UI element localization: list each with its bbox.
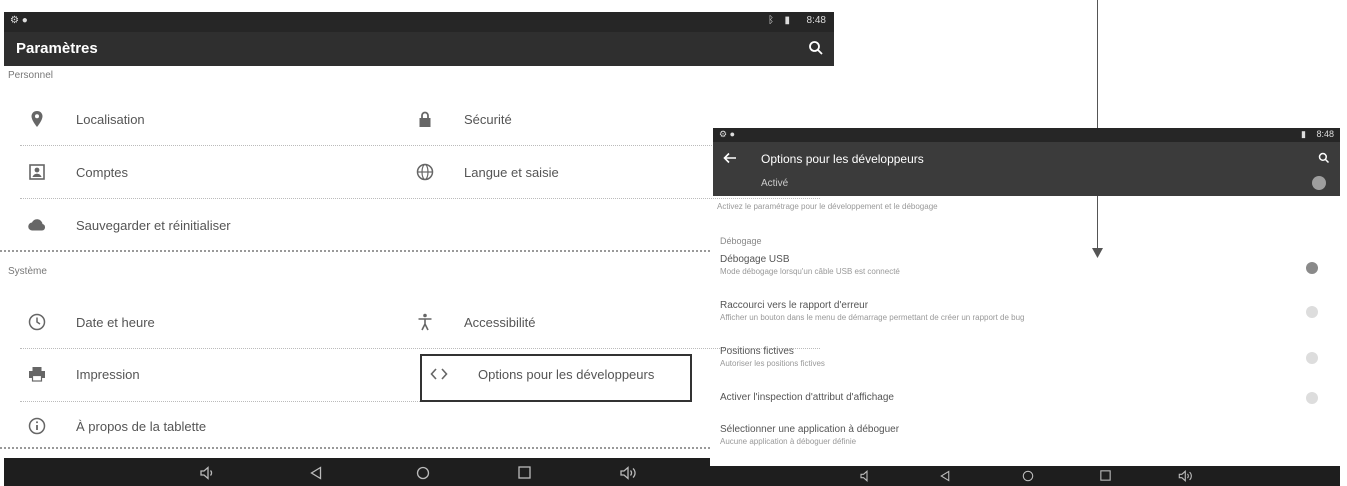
recents-icon[interactable] [518, 466, 531, 479]
status-bar-right: ⚙ ● 8:48 ▮ [713, 128, 1340, 142]
navigation-bar-right [710, 466, 1340, 486]
volume-down-icon[interactable] [860, 470, 874, 482]
option-title: Positions fictives [720, 346, 794, 357]
setting-label: Localisation [76, 111, 145, 127]
accessibility-icon [414, 311, 436, 333]
status-time: 8:48 [1316, 129, 1334, 139]
section-heading-debugging: Débogage [720, 236, 762, 246]
home-icon[interactable] [1022, 470, 1034, 482]
option-title: Raccourci vers le rapport d'erreur [720, 300, 869, 311]
header-note: Activez le paramétrage pour le développe… [717, 202, 938, 211]
option-usb-debugging[interactable]: Débogage USB Mode débogage lorsqu'un câb… [720, 254, 1340, 284]
option-subtitle: Aucune application à déboguer définie [720, 437, 857, 446]
setting-label: Comptes [76, 164, 129, 180]
app-bar: Paramètres [4, 32, 834, 66]
home-icon[interactable] [416, 466, 430, 480]
option-select-debug-app[interactable]: Sélectionner une application à déboguer … [720, 424, 1340, 454]
master-switch-label: Activé [761, 178, 789, 189]
volume-up-icon[interactable] [1178, 470, 1196, 482]
option-title: Sélectionner une application à déboguer [720, 424, 900, 435]
option-title: Débogage USB [720, 254, 790, 265]
status-bar: ⚙ ● 8:48 ▮ ᛒ [4, 12, 834, 32]
setting-label: Accessibilité [464, 314, 536, 330]
notification-icons: ⚙ ● [719, 129, 736, 139]
option-bug-report-shortcut[interactable]: Raccourci vers le rapport d'erreur Affic… [720, 300, 1340, 330]
setting-about-tablet[interactable]: À propos de la tablette [26, 414, 206, 438]
search-icon[interactable] [1318, 152, 1330, 164]
setting-label: Langue et saisie [464, 164, 559, 180]
toggle-switch-off[interactable] [1306, 392, 1318, 404]
setting-date-time[interactable]: Date et heure [26, 310, 155, 334]
setting-label: Date et heure [76, 314, 155, 330]
setting-location[interactable]: Localisation [26, 107, 145, 131]
option-view-attribute-inspection[interactable]: Activer l'inspection d'attribut d'affich… [720, 392, 1340, 414]
clock-icon [26, 311, 48, 333]
option-title: Activer l'inspection d'attribut d'affich… [720, 392, 894, 403]
recents-icon[interactable] [1100, 470, 1111, 481]
pointer-line [1097, 0, 1098, 252]
location-icon [26, 108, 48, 130]
option-subtitle: Afficher un bouton dans le menu de démar… [720, 313, 1025, 322]
toggle-switch-on[interactable] [1306, 262, 1318, 274]
setting-accounts[interactable]: Comptes [26, 160, 128, 184]
setting-label: Options pour les développeurs [478, 366, 655, 382]
setting-backup[interactable]: Sauvegarder et réinitialiser [26, 213, 231, 237]
setting-printing[interactable]: Impression [26, 362, 140, 386]
battery-icon: ▮ [784, 15, 790, 26]
search-icon[interactable] [808, 40, 824, 56]
setting-developer-options[interactable]: Options pour les développeurs [428, 362, 654, 386]
bluetooth-icon: ᛒ [768, 15, 774, 26]
volume-up-icon[interactable] [620, 466, 640, 480]
option-subtitle: Mode débogage lorsqu'un câble USB est co… [720, 267, 900, 276]
setting-security[interactable]: Sécurité [414, 107, 512, 131]
section-heading-system: Système [8, 266, 47, 277]
setting-label: Impression [76, 366, 140, 382]
lock-icon [414, 108, 436, 130]
app-bar-right: Options pour les développeurs Activé [713, 142, 1340, 196]
page-title: Paramètres [16, 40, 98, 57]
setting-label: Sauvegarder et réinitialiser [76, 217, 231, 233]
back-icon[interactable] [940, 470, 950, 482]
status-time: 8:48 [806, 15, 826, 26]
section-heading-personal: Personnel [8, 70, 54, 81]
account-icon [26, 161, 48, 183]
setting-language[interactable]: Langue et saisie [414, 160, 559, 184]
printer-icon [26, 363, 48, 385]
back-icon[interactable] [310, 466, 322, 480]
info-icon [26, 415, 48, 437]
page-title: Options pour les développeurs [761, 152, 924, 166]
volume-down-icon[interactable] [200, 466, 216, 480]
toggle-switch-off[interactable] [1306, 306, 1318, 318]
setting-label: À propos de la tablette [76, 418, 207, 434]
navigation-bar [4, 458, 710, 486]
backup-icon [26, 214, 48, 236]
back-arrow-icon[interactable] [723, 152, 737, 164]
option-subtitle: Autoriser les positions fictives [720, 359, 825, 368]
option-mock-locations[interactable]: Positions fictives Autoriser les positio… [720, 346, 1340, 376]
notification-icons: ⚙ ● [10, 15, 28, 26]
toggle-switch-off[interactable] [1306, 352, 1318, 364]
battery-icon: ▮ [1301, 129, 1306, 139]
globe-icon [414, 161, 436, 183]
code-icon [428, 363, 450, 385]
setting-accessibility[interactable]: Accessibilité [414, 310, 536, 334]
master-toggle[interactable] [1312, 176, 1326, 190]
setting-label: Sécurité [464, 111, 512, 127]
